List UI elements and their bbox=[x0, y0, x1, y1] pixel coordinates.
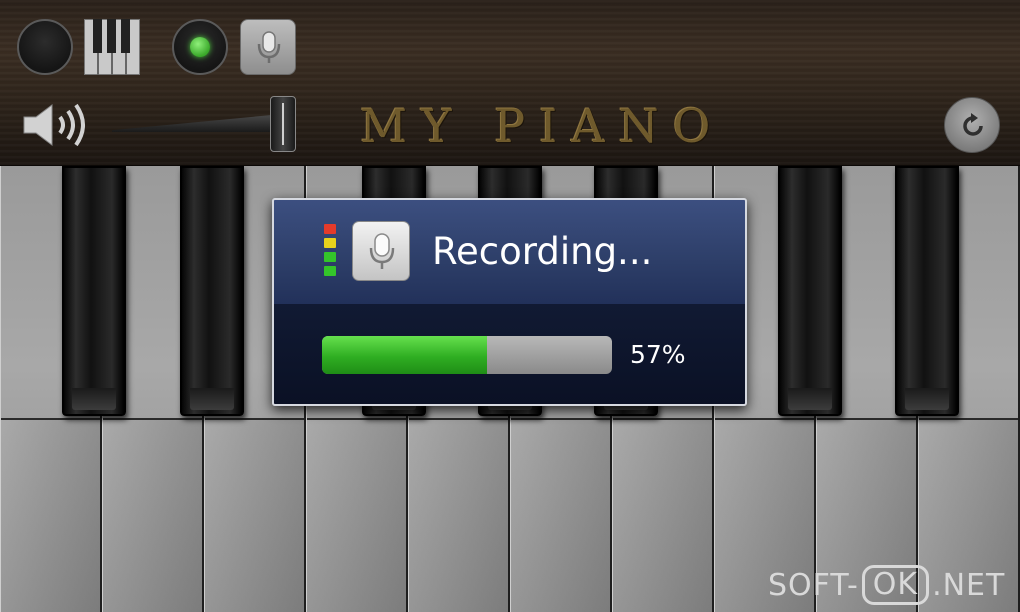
black-key[interactable] bbox=[180, 166, 244, 416]
speaker-icon[interactable] bbox=[22, 102, 88, 148]
volume-slider[interactable] bbox=[112, 96, 302, 156]
toolbar-header: MY PIANO bbox=[0, 0, 1020, 167]
black-key[interactable] bbox=[895, 166, 959, 416]
dialog-mic-badge bbox=[352, 221, 410, 281]
watermark-prefix: SOFT- bbox=[768, 567, 859, 603]
app-title: MY PIANO bbox=[360, 99, 725, 153]
watermark-suffix: .NET bbox=[932, 567, 1006, 603]
piano-app: MY PIANO Recording... 57% SOFT- OK .NET bbox=[0, 0, 1020, 612]
progress-percent: 57% bbox=[630, 340, 686, 369]
watermark-boxed: OK bbox=[861, 565, 930, 605]
dialog-header: Recording... bbox=[274, 200, 745, 306]
piano-keys-icon[interactable] bbox=[84, 19, 140, 75]
black-key[interactable] bbox=[62, 166, 126, 416]
volume-slider-track bbox=[112, 114, 282, 132]
watermark: SOFT- OK .NET bbox=[768, 563, 1005, 607]
record-button[interactable] bbox=[172, 19, 228, 75]
record-icon bbox=[190, 37, 210, 57]
microphone-icon bbox=[369, 233, 395, 269]
dialog-title: Recording... bbox=[432, 230, 653, 273]
recording-dialog: Recording... 57% bbox=[272, 198, 747, 406]
black-key[interactable] bbox=[778, 166, 842, 416]
volume-slider-handle[interactable] bbox=[270, 96, 296, 152]
progress-bar-fill bbox=[322, 336, 488, 374]
reset-button[interactable] bbox=[944, 97, 1000, 153]
mic-button[interactable] bbox=[240, 19, 296, 75]
microphone-icon bbox=[257, 31, 281, 63]
progress-bar bbox=[322, 336, 612, 374]
level-meter-icon bbox=[324, 224, 336, 280]
dialog-body: 57% bbox=[274, 304, 745, 404]
refresh-icon bbox=[963, 113, 983, 136]
stop-button[interactable] bbox=[17, 19, 73, 75]
